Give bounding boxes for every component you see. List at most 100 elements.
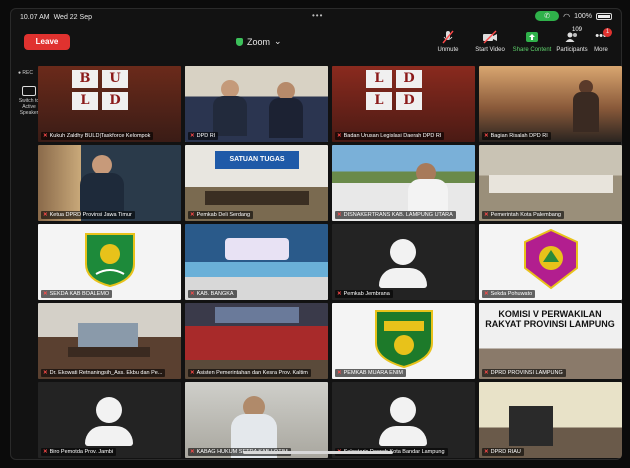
mic-off-icon: ✕ — [190, 370, 195, 376]
tile-background — [185, 66, 328, 142]
status-bar: 10.07 AM Wed 22 Sep ••• ✆ ◠ 100% — [10, 8, 622, 26]
table — [489, 175, 613, 193]
more-button[interactable]: ••• 1 More — [586, 28, 616, 53]
participant-tile[interactable]: ✕ DISNAKERTRANS KAB. LAMPUNG UTARA — [332, 145, 475, 221]
participant-tile[interactable]: SATUAN TUGAS ✕ Pemkab Deli Serdang — [185, 145, 328, 221]
regency-logo — [85, 233, 135, 288]
avatar-body — [379, 268, 427, 288]
person-body — [573, 92, 599, 132]
home-indicator[interactable] — [243, 451, 393, 454]
participant-name-text: Badan Urusan Legislasi Daerah DPD RI — [343, 133, 442, 139]
participant-name: ✕ Pemkab Jembrana — [335, 290, 393, 298]
monitor — [509, 406, 553, 446]
participant-tile[interactable]: ✕ SEKDA KAB BOALEMO — [38, 224, 181, 300]
mic-off-icon: ✕ — [484, 449, 489, 455]
chevron-down-icon: ⌄ — [274, 36, 282, 46]
participant-name-text: Pemkab Deli Serdang — [196, 212, 251, 218]
participant-name: ✕ DPRD RIAU — [482, 448, 524, 456]
mic-off-icon: ✕ — [43, 449, 48, 455]
participant-tile[interactable]: B U L D ✕ Kukuh Zaldhy BULD|Taskforce Kel… — [38, 66, 181, 142]
mic-off-icon: ✕ — [484, 291, 489, 297]
participant-name: ✕ KAB. BANGKA — [188, 290, 237, 298]
participant-name-text: Dr. Ekowati Retnaningsih_Ass. Ekbu dan P… — [49, 370, 163, 376]
wall-screen — [215, 307, 299, 323]
share-screen-icon — [526, 32, 538, 42]
presentation-banner — [225, 238, 289, 260]
phone-call-icon[interactable]: ✆ — [535, 11, 560, 21]
banner-text: KOMISI V PERWAKILAN RAKYAT PROVINSI LAMP… — [485, 309, 615, 329]
participant-name: ✕ DPD RI — [188, 132, 219, 140]
participant-name-text: SEKDA KAB BOALEMO — [49, 291, 110, 297]
left-rail: ● REC Switch to Active Speaker — [18, 70, 40, 116]
avatar-body — [85, 426, 133, 446]
participant-name: ✕ Kukuh Zaldhy BULD|Taskforce Kelompok — [41, 132, 154, 140]
status-date: Wed 22 Sep — [53, 13, 92, 21]
participant-name-text: Biro Pemotda Prov. Jambi — [49, 449, 114, 455]
participant-tile[interactable]: L D L D ✕ Badan Urusan Legislasi Daerah D… — [332, 66, 475, 142]
participant-name: ✕ DISNAKERTRANS KAB. LAMPUNG UTARA — [335, 211, 456, 219]
participant-tile[interactable]: ✕ DPD RI — [185, 66, 328, 142]
start-video-label: Start Video — [475, 47, 505, 53]
mic-off-icon: ✕ — [43, 212, 48, 218]
participant-tile[interactable]: KOMISI V PERWAKILAN RAKYAT PROVINSI LAMP… — [479, 303, 622, 379]
participant-name-text: DPRD RIAU — [490, 449, 521, 455]
shield-icon — [236, 37, 243, 46]
wifi-icon: ◠ — [563, 11, 571, 21]
mic-off-icon: ✕ — [43, 291, 48, 297]
recording-indicator: ● REC — [18, 70, 33, 76]
unmute-label: Unmute — [437, 47, 459, 53]
participant-name-text: DPRD PROVINSI LAMPUNG — [490, 370, 563, 376]
battery-icon — [596, 12, 612, 20]
meeting-title-label: Zoom — [247, 36, 271, 47]
participant-name: ✕ Dr. Ekowati Retnaningsih_Ass. Ekbu dan … — [41, 369, 166, 377]
letter-block: L — [72, 92, 98, 110]
mic-off-icon: ✕ — [190, 212, 195, 218]
participant-name-text: Kukuh Zaldhy BULD|Taskforce Kelompok — [49, 133, 151, 139]
regency-logo — [375, 310, 433, 369]
participant-name: ✕ Badan Urusan Legislasi Daerah DPD RI — [335, 132, 445, 140]
participant-tile[interactable]: ✕KABAG HUKUM SETDA KAB.LOTIM — [185, 382, 328, 458]
letter-block: D — [396, 70, 422, 88]
multitask-dots-icon[interactable]: ••• — [312, 11, 323, 20]
participant-tile[interactable]: ✕ PEMKAB MUARA ENIM — [332, 303, 475, 379]
participant-tile[interactable]: ✕ Pemkab Jembrana — [332, 224, 475, 300]
person-head — [92, 155, 112, 175]
mic-off-icon: ✕ — [337, 291, 342, 297]
regency-logo — [524, 228, 578, 290]
table — [68, 347, 150, 357]
participant-tile[interactable]: ✕ DPRD RIAU — [479, 382, 622, 458]
tile-background — [185, 224, 328, 300]
participant-tile[interactable]: ✕ Ketua DPRD Provinsi Jawa Timur — [38, 145, 181, 221]
participant-tile[interactable]: ✕ Pemerintah Kota Palembang — [479, 145, 622, 221]
participant-tile[interactable]: ✕ KAB. BANGKA — [185, 224, 328, 300]
more-label: More — [594, 47, 608, 53]
meeting-toolbar: Leave Zoom ⌄ Unmute Start Video Share Co… — [10, 26, 622, 68]
participant-tile[interactable]: ✕ Sekda Pohuwato — [479, 224, 622, 300]
participant-name-text: KAB. BANGKA — [196, 291, 234, 297]
participant-tile[interactable]: ✕ Biro Pemotda Prov. Jambi — [38, 382, 181, 458]
participant-tile[interactable]: ✕ Bagian Risalah DPD RI — [479, 66, 622, 142]
letter-blocks: L D — [366, 70, 422, 88]
participant-tile[interactable]: ✕ Asisten Pemerintahan dan Kesra Prov. Ka… — [185, 303, 328, 379]
participant-tile[interactable]: ✕Sekretaris Daerah Kota Bandar Lampung — [332, 382, 475, 458]
person-body — [213, 96, 247, 136]
participant-name-text: DPD RI — [196, 133, 216, 139]
wall-screen — [78, 323, 138, 349]
participant-tile[interactable]: ✕ Dr. Ekowati Retnaningsih_Ass. Ekbu dan … — [38, 303, 181, 379]
letter-block: D — [102, 92, 128, 110]
unmute-button[interactable]: Unmute — [426, 30, 470, 53]
participant-name-text: Pemerintah Kota Palembang — [490, 212, 561, 218]
start-video-button[interactable]: Start Video — [468, 30, 512, 53]
switch-view-button[interactable]: Switch to Active Speaker — [18, 86, 40, 116]
letter-block: L — [366, 70, 392, 88]
letter-block: L — [366, 92, 392, 110]
meeting-title[interactable]: Zoom ⌄ — [236, 36, 282, 47]
participants-count: 109 — [572, 27, 583, 33]
share-content-label: Share Content — [512, 47, 552, 53]
leave-button[interactable]: Leave — [24, 34, 70, 50]
participant-name-text: Sekda Pohuwato — [490, 291, 533, 297]
avatar-head — [390, 239, 416, 265]
share-content-button[interactable]: Share Content — [510, 30, 554, 53]
letter-blocks: L D — [366, 92, 422, 110]
participant-name-text: Pemkab Jembrana — [343, 291, 390, 297]
